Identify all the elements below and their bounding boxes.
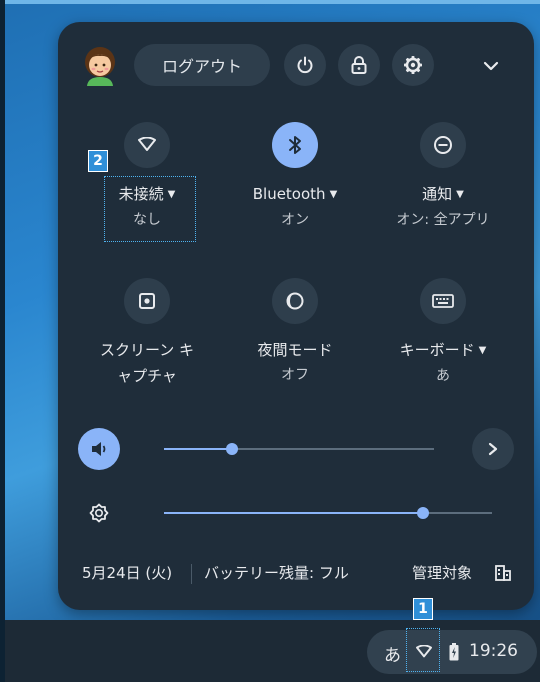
collapse-button[interactable]	[476, 52, 506, 80]
callout-1-badge: 1	[413, 598, 433, 620]
keyboard-icon	[432, 294, 454, 308]
brightness-slider-thumb[interactable]	[417, 507, 429, 519]
notifications-toggle[interactable]	[420, 122, 466, 168]
logout-button[interactable]: ログアウト	[134, 44, 270, 86]
keyboard-toggle[interactable]	[420, 278, 466, 324]
chevron-down-icon	[483, 61, 499, 71]
brightness-slider-rest	[423, 512, 492, 514]
keyboard-status: あ	[436, 368, 450, 384]
screen-border	[0, 0, 5, 682]
do-not-disturb-icon	[434, 136, 452, 154]
bluetooth-title: Bluetooth ▼	[252, 185, 338, 203]
screen-capture-icon	[139, 293, 155, 309]
night-light-status: オフ	[281, 367, 309, 383]
battery-status[interactable]: バッテリー残量: フル	[204, 562, 349, 583]
footer-divider	[191, 564, 192, 584]
brightness-slider[interactable]	[164, 507, 492, 519]
lock-icon	[351, 56, 367, 74]
volume-icon	[92, 442, 106, 456]
callout-2-badge: 2	[88, 150, 108, 172]
screen-capture-tile[interactable]: スクリーン キ ャプチャ	[72, 278, 222, 386]
callout-2-highlight	[104, 176, 196, 242]
keyboard-title: キーボード ▼	[399, 341, 487, 359]
power-icon	[297, 56, 313, 74]
settings-button[interactable]	[392, 44, 434, 86]
managed-label[interactable]: 管理対象	[412, 562, 472, 583]
night-light-tile[interactable]: 夜間モード オフ	[220, 278, 370, 384]
bluetooth-tile[interactable]: Bluetooth ▼ オン	[220, 122, 370, 229]
notifications-status: オン: 全アプリ	[396, 212, 490, 228]
wallpaper-edge	[0, 0, 540, 4]
ime-indicator[interactable]: あ	[384, 641, 401, 666]
notifications-title: 通知 ▼	[422, 185, 464, 203]
building-icon[interactable]	[494, 564, 512, 582]
brightness-indicator	[78, 492, 120, 534]
screen-capture-toggle[interactable]	[124, 278, 170, 324]
volume-slider[interactable]	[164, 443, 434, 455]
lock-button[interactable]	[338, 44, 380, 86]
audio-settings-button[interactable]	[472, 428, 514, 470]
quick-settings-panel: ログアウト 未接続 ▼ なし Bluetooth ▼ オン 通知 ▼ オン: 全…	[58, 22, 534, 610]
night-light-toggle[interactable]	[272, 278, 318, 324]
avatar-icon	[85, 47, 115, 86]
brightness-icon	[89, 503, 109, 523]
network-toggle[interactable]	[124, 122, 170, 168]
volume-slider-rest	[232, 448, 434, 450]
keyboard-tile[interactable]: キーボード ▼ あ	[368, 278, 518, 385]
screen-capture-title: スクリーン キ ャプチャ	[99, 341, 195, 385]
brightness-slider-fill	[164, 512, 423, 514]
shelf: あ 19:26	[5, 620, 540, 682]
status-tray[interactable]: あ 19:26	[367, 630, 537, 674]
battery-icon[interactable]	[449, 643, 459, 661]
mute-button[interactable]	[78, 428, 120, 470]
notifications-tile[interactable]: 通知 ▼ オン: 全アプリ	[368, 122, 518, 229]
wifi-icon	[138, 137, 156, 151]
clock[interactable]: 19:26	[469, 641, 518, 661]
logout-label: ログアウト	[161, 57, 242, 76]
bluetooth-status: オン	[281, 212, 309, 228]
user-avatar[interactable]	[82, 46, 118, 86]
bluetooth-icon	[289, 136, 301, 154]
bluetooth-toggle[interactable]	[272, 122, 318, 168]
callout-1-highlight	[406, 628, 440, 672]
volume-slider-fill	[164, 448, 232, 450]
chevron-right-icon	[488, 442, 498, 456]
volume-slider-thumb[interactable]	[226, 443, 238, 455]
gear-icon	[404, 56, 422, 74]
power-button[interactable]	[284, 44, 326, 86]
night-light-icon	[286, 292, 304, 310]
night-light-title: 夜間モード	[257, 341, 333, 359]
date-label[interactable]: 5月24日 (火)	[82, 562, 172, 583]
status-footer: 5月24日 (火) バッテリー残量: フル 管理対象	[82, 562, 512, 586]
